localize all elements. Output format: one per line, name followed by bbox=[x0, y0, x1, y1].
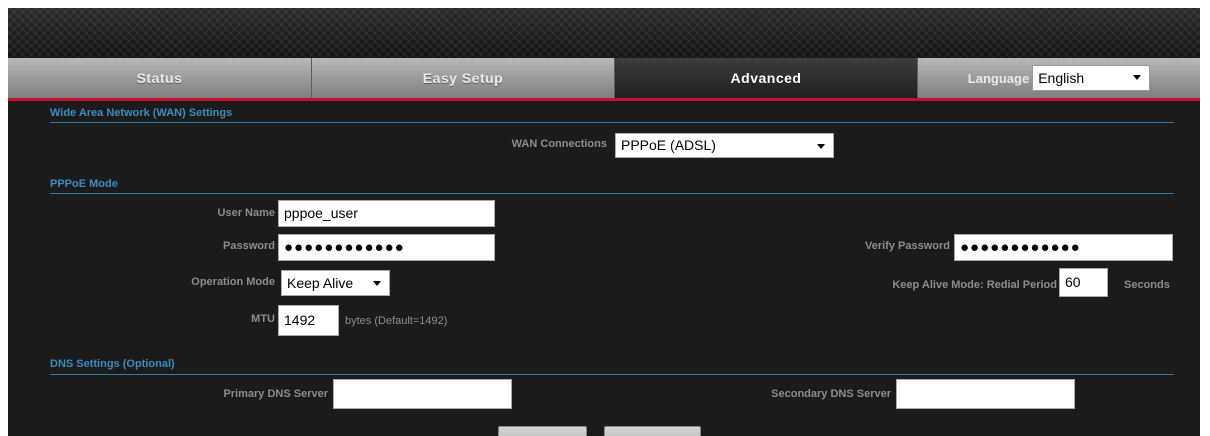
username-input[interactable]: pppoe_user bbox=[278, 200, 495, 227]
header-banner bbox=[8, 8, 1200, 58]
mtu-hint: bytes (Default=1492) bbox=[345, 315, 448, 327]
username-label: User Name bbox=[217, 207, 275, 219]
operation-mode-value: Keep Alive bbox=[287, 275, 354, 291]
verify-password-label: Verify Password bbox=[865, 240, 950, 252]
language-select-value: English bbox=[1038, 70, 1085, 86]
wan-connections-label: WAN Connections bbox=[511, 138, 607, 150]
verify-password-input[interactable]: ●●●●●●●●●●●● bbox=[954, 234, 1173, 261]
mtu-input[interactable]: 1492 bbox=[278, 305, 339, 336]
main-nav: Status Easy Setup Advanced Language Engl… bbox=[8, 58, 1200, 98]
pppoe-section-title: PPPoE Mode bbox=[50, 178, 118, 190]
tab-advanced[interactable]: Advanced bbox=[615, 58, 918, 98]
tab-status[interactable]: Status bbox=[8, 58, 312, 98]
tab-easy-setup[interactable]: Easy Setup bbox=[312, 58, 615, 98]
chevron-down-icon bbox=[373, 281, 381, 286]
operation-mode-select[interactable]: Keep Alive bbox=[281, 270, 390, 296]
primary-dns-input[interactable] bbox=[333, 379, 512, 409]
language-select[interactable]: English bbox=[1032, 65, 1151, 91]
keepalive-unit: Seconds bbox=[1124, 279, 1170, 291]
keepalive-input[interactable]: 60 bbox=[1059, 268, 1108, 297]
language-area: Language English bbox=[918, 58, 1200, 98]
password-label: Password bbox=[223, 240, 275, 252]
wan-section-rule bbox=[50, 122, 1174, 123]
operation-mode-label: Operation Mode bbox=[191, 276, 275, 288]
apply-button[interactable] bbox=[498, 426, 587, 436]
language-label: Language bbox=[967, 70, 1030, 86]
secondary-dns-input[interactable] bbox=[896, 379, 1075, 409]
secondary-dns-label: Secondary DNS Server bbox=[771, 388, 891, 400]
primary-dns-label: Primary DNS Server bbox=[223, 388, 328, 400]
chevron-down-icon bbox=[817, 144, 825, 149]
chevron-down-icon bbox=[1133, 75, 1142, 80]
wan-section-title: Wide Area Network (WAN) Settings bbox=[50, 107, 233, 119]
keepalive-label: Keep Alive Mode: Redial Period bbox=[892, 279, 1057, 291]
router-admin-frame: Status Easy Setup Advanced Language Engl… bbox=[8, 8, 1200, 436]
pppoe-section-rule bbox=[50, 193, 1174, 194]
mtu-label: MTU bbox=[251, 313, 275, 325]
wan-connections-value: PPPoE (ADSL) bbox=[621, 137, 716, 153]
dns-section-title: DNS Settings (Optional) bbox=[50, 358, 175, 370]
dns-section-rule bbox=[50, 374, 1174, 375]
wan-connections-select[interactable]: PPPoE (ADSL) bbox=[615, 133, 834, 158]
password-input[interactable]: ●●●●●●●●●●●● bbox=[278, 234, 495, 261]
accent-divider bbox=[8, 98, 1200, 101]
cancel-button[interactable] bbox=[604, 426, 701, 436]
